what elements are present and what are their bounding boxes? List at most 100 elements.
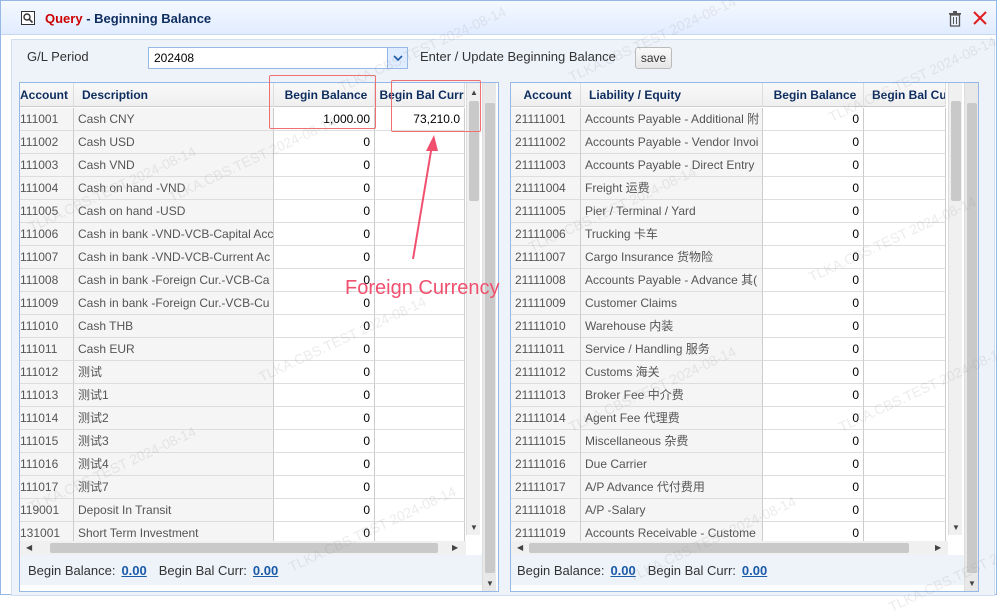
col-description[interactable]: Description [74,83,274,107]
scroll-down-icon[interactable]: ▼ [486,579,494,588]
scroll-thumb[interactable] [485,103,495,573]
col-begin-bal-curr[interactable]: Begin Bal Cu [864,83,946,107]
cell-begin-balance[interactable]: 0 [274,154,375,177]
table-row[interactable]: 21111002 Accounts Payable - Vendor Invoi 0 [511,131,946,154]
col-account[interactable]: Account [20,83,74,107]
cell-begin-bal-curr[interactable] [375,384,465,407]
assets-horizontal-scrollbar[interactable]: ◀ ▶ [20,541,466,555]
table-row[interactable]: 21111004 Freight 运费 0 [511,177,946,200]
table-row[interactable]: 21111003 Accounts Payable - Direct Entry 0 [511,154,946,177]
cell-begin-balance[interactable]: 0 [274,223,375,246]
cell-begin-bal-curr[interactable] [864,108,946,131]
table-row[interactable]: 21111011 Service / Handling 服务 0 [511,338,946,361]
cell-begin-bal-curr[interactable] [864,292,946,315]
cell-begin-balance[interactable]: 0 [274,338,375,361]
cell-begin-balance[interactable]: 0 [763,384,864,407]
cell-begin-balance[interactable]: 0 [274,499,375,522]
cell-begin-balance[interactable]: 0 [763,361,864,384]
cell-begin-bal-curr[interactable] [864,223,946,246]
cell-begin-balance[interactable]: 0 [763,407,864,430]
cell-begin-bal-curr[interactable] [375,453,465,476]
cell-begin-balance[interactable]: 0 [274,131,375,154]
cell-begin-balance[interactable]: 0 [274,453,375,476]
table-row[interactable]: 21111007 Cargo Insurance 货物险 0 [511,246,946,269]
begin-bal-curr-total[interactable]: 0.00 [742,563,767,578]
scroll-down-icon[interactable]: ▼ [952,523,960,532]
table-row[interactable]: 111014 测试2 0 [20,407,465,430]
cell-begin-balance[interactable]: 0 [763,476,864,499]
table-row[interactable]: 111012 测试 0 [20,361,465,384]
scroll-thumb[interactable] [951,101,961,201]
cell-begin-balance[interactable]: 0 [763,292,864,315]
begin-bal-curr-total[interactable]: 0.00 [253,563,278,578]
table-row[interactable]: 111010 Cash THB 0 [20,315,465,338]
outer-vertical-scrollbar[interactable]: ▼ [964,83,978,591]
cell-begin-bal-curr[interactable] [864,200,946,223]
table-row[interactable]: 21111001 Accounts Payable - Additional 附0 [511,108,946,131]
cell-begin-bal-curr[interactable] [864,430,946,453]
table-row[interactable]: 111017 测试7 0 [20,476,465,499]
chevron-down-icon[interactable] [387,48,407,68]
cell-begin-bal-curr[interactable] [864,407,946,430]
cell-begin-balance[interactable]: 0 [274,407,375,430]
cell-begin-bal-curr[interactable] [864,338,946,361]
cell-begin-bal-curr[interactable] [864,499,946,522]
table-row[interactable]: 21111016 Due Carrier 0 [511,453,946,476]
scroll-thumb[interactable] [50,543,438,553]
scroll-down-icon[interactable]: ▼ [968,579,976,588]
cell-begin-balance[interactable]: 0 [763,315,864,338]
cell-begin-bal-curr[interactable] [864,361,946,384]
table-row[interactable]: 119001 Deposit In Transit 0 [20,499,465,522]
table-row[interactable]: 111006 Cash in bank -VND-VCB-Capital Acc 0 [20,223,465,246]
cell-begin-bal-curr[interactable] [375,499,465,522]
table-row[interactable]: 21111012 Customs 海关 0 [511,361,946,384]
table-row[interactable]: 111011 Cash EUR 0 [20,338,465,361]
begin-balance-total[interactable]: 0.00 [610,563,635,578]
period-select[interactable]: 202408 [148,47,408,69]
table-row[interactable]: 21111015 Miscellaneous 杂费 0 [511,430,946,453]
table-row[interactable]: 21111009 Customer Claims 0 [511,292,946,315]
cell-begin-balance[interactable]: 0 [274,177,375,200]
liability-horizontal-scrollbar[interactable]: ◀ ▶ [511,541,948,555]
table-row[interactable]: 111005 Cash on hand -USD 0 [20,200,465,223]
cell-begin-bal-curr[interactable] [864,131,946,154]
table-row[interactable]: 111007 Cash in bank -VND-VCB-Current Ac 0 [20,246,465,269]
cell-begin-balance[interactable]: 0 [763,131,864,154]
table-row[interactable]: 111004 Cash on hand -VND 0 [20,177,465,200]
cell-begin-balance[interactable]: 0 [763,223,864,246]
cell-begin-balance[interactable]: 0 [763,177,864,200]
scroll-left-icon[interactable]: ◀ [517,543,523,552]
table-row[interactable]: 21111005 Pier / Terminal / Yard 0 [511,200,946,223]
assets-vertical-scrollbar[interactable]: ▲ ▼ [466,83,480,535]
cell-begin-balance[interactable]: 0 [274,315,375,338]
cell-begin-balance[interactable]: 0 [763,338,864,361]
table-row[interactable]: 21111008 Accounts Payable - Advance 其(0 [511,269,946,292]
cell-begin-balance[interactable]: 0 [274,430,375,453]
col-account[interactable]: Account [511,83,581,107]
scroll-thumb[interactable] [967,103,977,573]
cell-begin-bal-curr[interactable] [375,407,465,430]
cell-begin-bal-curr[interactable] [375,476,465,499]
cell-begin-balance[interactable]: 0 [763,499,864,522]
cell-begin-bal-curr[interactable] [864,476,946,499]
table-row[interactable]: 111015 测试3 0 [20,430,465,453]
table-row[interactable]: 111016 测试4 0 [20,453,465,476]
trash-icon[interactable] [948,11,962,27]
cell-begin-bal-curr[interactable] [864,315,946,338]
table-row[interactable]: 21111014 Agent Fee 代理费 0 [511,407,946,430]
cell-begin-balance[interactable]: 0 [763,154,864,177]
cell-begin-bal-curr[interactable] [375,361,465,384]
outer-vertical-scrollbar[interactable]: ▼ [482,83,496,591]
cell-begin-bal-curr[interactable] [375,315,465,338]
col-liability-equity[interactable]: Liability / Equity [581,83,763,107]
col-begin-balance[interactable]: Begin Balance [763,83,864,107]
scroll-down-icon[interactable]: ▼ [470,523,478,532]
table-row[interactable]: 21111006 Trucking 卡车 0 [511,223,946,246]
cell-begin-bal-curr[interactable] [864,154,946,177]
cell-begin-bal-curr[interactable] [864,246,946,269]
scroll-left-icon[interactable]: ◀ [26,543,32,552]
cell-begin-balance[interactable]: 0 [763,269,864,292]
table-row[interactable]: 21111018 A/P -Salary 0 [511,499,946,522]
table-row[interactable]: 111003 Cash VND 0 [20,154,465,177]
cell-begin-bal-curr[interactable] [864,384,946,407]
